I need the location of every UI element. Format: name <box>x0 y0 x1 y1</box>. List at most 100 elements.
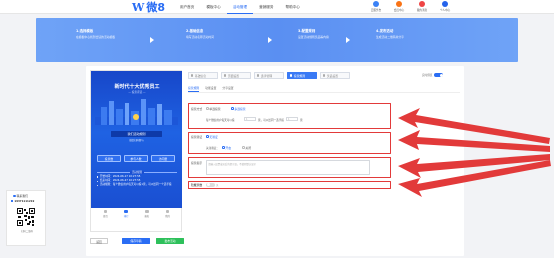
phone-tab-label: 我的 <box>165 214 171 218</box>
vote-rule-prefix: 每个微信用户每天可以投 <box>206 119 235 122</box>
arrow-right-icon <box>268 37 272 43</box>
arrow-right-icon <box>150 37 154 43</box>
notice-textarea[interactable]: 请输入投票成功后的提示语，不填则默认显示 <box>206 160 370 175</box>
tab-basic-info[interactable]: 基础信息 <box>188 72 218 79</box>
stat-votes-button[interactable]: 投票数 <box>97 155 121 162</box>
back-button[interactable]: 返回 <box>90 238 108 244</box>
step-tabs: 基础信息 页面设置 选手管理 投票规则 奖品设置 <box>188 72 350 79</box>
activity-rules-banner[interactable]: 我们活动规则 <box>111 131 162 137</box>
stat-views-button[interactable]: 访问量 <box>151 155 175 162</box>
tab-vote-rules[interactable]: 投票规则 <box>287 72 317 79</box>
radio-label: 单选投票 <box>209 106 221 111</box>
messages-label: 我的消息 <box>416 9 428 12</box>
check-icon <box>191 74 194 77</box>
user-icon <box>396 1 402 7</box>
activity-poster: 新时代十大优秀员工 — 投票评选 — 我们活动规则 微信扫码参与 投票数 参与人… <box>91 71 182 208</box>
tab-label: 选手管理 <box>260 73 273 78</box>
verify-label: 投票验证 <box>191 135 203 139</box>
radio-label: 开启 <box>225 145 231 150</box>
banner-step-desc: 在模板中心找到合适的活动模板 <box>76 34 116 39</box>
poster-subtitle: — 投票评选 — <box>128 91 146 94</box>
stat-participants-button[interactable]: 参与人数 <box>124 155 148 162</box>
radio-label: 无验证 <box>209 134 218 139</box>
phone-tab-label: 报名 <box>144 214 150 218</box>
radio-label: 多选投票 <box>234 106 246 111</box>
cloud-service[interactable]: 云服务台 <box>368 1 384 12</box>
brand-logo[interactable]: W 微8 <box>132 1 165 13</box>
tab-label: 页面设置 <box>227 73 240 78</box>
banner-step-title: 1.选择模板 <box>76 29 94 33</box>
phone-tab-signup[interactable]: 报名 <box>144 208 149 219</box>
bell-icon <box>419 1 425 7</box>
top-icons: 云服务台 会员中心 我的消息 个人中心 <box>368 1 453 12</box>
hide-votes-switch[interactable] <box>206 182 215 187</box>
phone-tab-rank[interactable]: 排行 <box>124 208 129 219</box>
nav-marketing[interactable]: 营销服务 <box>253 0 279 14</box>
banner-step-desc: 生成活动二维码并分享 <box>376 34 404 39</box>
qr-caption: 扫码二维码 <box>21 230 33 233</box>
phone-tab-mine[interactable]: 我的 <box>165 208 170 219</box>
vote-mode-single[interactable]: 单选投票 <box>206 107 221 111</box>
banner-step-1: 1.选择模板 在模板中心找到合适的活动模板 <box>76 28 136 39</box>
member-center-label: 会员中心 <box>393 9 405 12</box>
phone-tabbar: 首页 排行 报名 我的 <box>91 208 182 219</box>
verify-none-option[interactable]: 无验证 <box>206 135 218 139</box>
bullet-icon <box>97 176 99 178</box>
highlight-verification <box>188 132 391 154</box>
personal-center-label: 个人中心 <box>439 9 451 12</box>
radio-label: 关闭 <box>245 145 251 150</box>
nav-templates[interactable]: 模板中心 <box>200 0 226 14</box>
banner-step-title: 3.配置规则 <box>298 29 316 33</box>
arrow-icon-2 <box>398 130 550 152</box>
nav-home[interactable]: 用户首页 <box>174 0 200 14</box>
tab-label: 奖品设置 <box>326 73 339 78</box>
verify-open-option[interactable]: 开启 <box>222 146 231 150</box>
publish-button[interactable]: 发布活动 <box>156 238 184 244</box>
phone-tab-home[interactable]: 首页 <box>103 208 108 219</box>
tab-page-settings[interactable]: 页面设置 <box>221 72 251 79</box>
steps-banner: 1.选择模板 在模板中心找到合适的活动模板 2.基础信息 填写活动名称活动时间 … <box>36 18 518 62</box>
live-preview-toggle[interactable]: 实时预览 <box>422 73 444 78</box>
poster-divider-label: 活动规则 <box>97 170 177 174</box>
rank-icon <box>124 209 128 213</box>
arrow-right-icon <box>346 37 350 43</box>
same-contestant-input[interactable]: 1 <box>286 117 298 122</box>
preview-switch[interactable] <box>434 73 444 78</box>
contact-panel: 联系我们 19371111219 扫码二维码 <box>6 190 46 246</box>
cloud-service-label: 云服务台 <box>370 9 382 12</box>
tab-label: 投票规则 <box>293 73 306 78</box>
home-icon <box>103 209 108 213</box>
verify-sub-label: 关注验证： <box>206 147 219 150</box>
messages[interactable]: 我的消息 <box>414 1 430 12</box>
verify-close-option[interactable]: 关闭 <box>242 146 251 150</box>
poster-stat-buttons: 投票数 参与人数 访问量 <box>97 155 175 162</box>
vote-mode-multi[interactable]: 多选投票 <box>231 107 246 111</box>
check-icon <box>290 74 293 77</box>
tab-prizes[interactable]: 奖品设置 <box>320 72 350 79</box>
top-bar: W 微8 用户首页 模板中心 活动管理 营销服务 帮助中心 云服务台 会员中心 … <box>0 0 554 14</box>
personal-center[interactable]: 个人中心 <box>437 1 453 12</box>
vote-mode-label: 投票方式 <box>191 107 203 111</box>
live-preview-label: 实时预览 <box>422 74 433 78</box>
main-nav: 用户首页 模板中心 活动管理 营销服务 帮助中心 <box>174 0 306 14</box>
cloud-icon <box>373 1 379 7</box>
tab-contestants[interactable]: 选手管理 <box>254 72 284 79</box>
qr-code-icon[interactable] <box>16 207 36 227</box>
check-icon <box>323 74 326 77</box>
contact-phone-number: 19371111219 <box>14 199 35 203</box>
nav-activities[interactable]: 活动管理 <box>226 0 254 14</box>
check-icon <box>257 74 260 77</box>
nav-help[interactable]: 帮助中心 <box>280 0 306 14</box>
member-center[interactable]: 会员中心 <box>391 1 407 12</box>
logo-w: W <box>132 0 145 14</box>
hide-votes-label: 隐藏票数 <box>191 183 203 187</box>
highlight-hide-votes <box>188 181 391 189</box>
vote-count-input[interactable]: 1 <box>244 117 256 122</box>
rules-text: 活动规则：每个微信用户每天可以投1票，可以给同一个选手投 <box>99 183 172 187</box>
save-draft-button[interactable]: 保存草稿 <box>122 238 150 244</box>
contact-phone[interactable]: 19371111219 <box>11 199 45 203</box>
bullet-icon <box>97 184 99 187</box>
notice-label: 投票提示 <box>191 161 203 165</box>
banner-step-title: 4.发布活动 <box>376 29 394 33</box>
poster-title: 新时代十大优秀员工 <box>114 84 160 90</box>
